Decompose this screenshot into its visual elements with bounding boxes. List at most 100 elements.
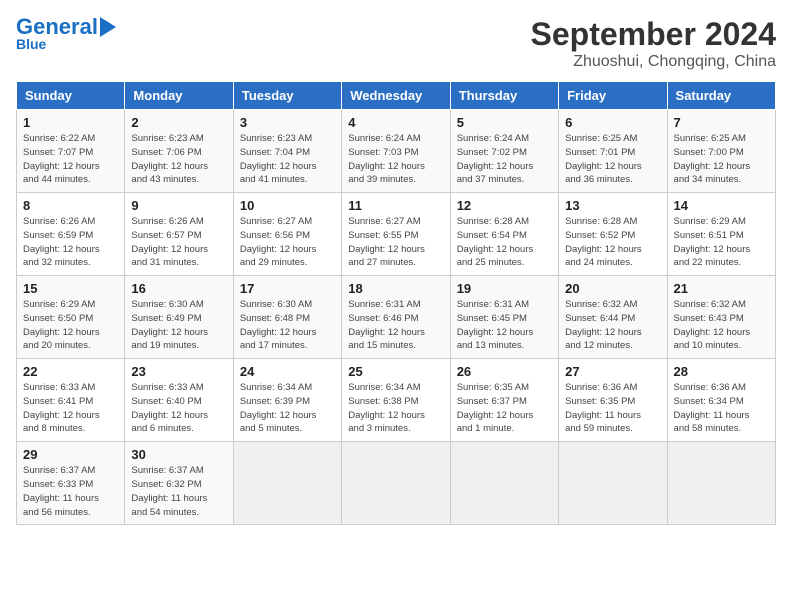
- day-info: Sunrise: 6:31 AM Sunset: 6:46 PM Dayligh…: [348, 298, 443, 353]
- day-number: 13: [565, 198, 660, 213]
- calendar-day-cell: 15 Sunrise: 6:29 AM Sunset: 6:50 PM Dayli…: [17, 276, 125, 359]
- calendar-week-row: 8 Sunrise: 6:26 AM Sunset: 6:59 PM Daylig…: [17, 193, 776, 276]
- calendar-day-cell: 19Sunrise: 6:31 AM Sunset: 6:45 PM Dayli…: [450, 276, 558, 359]
- day-number: 16: [131, 281, 226, 296]
- day-number: 18: [348, 281, 443, 296]
- day-info: Sunrise: 6:36 AM Sunset: 6:34 PM Dayligh…: [674, 381, 769, 436]
- day-info: Sunrise: 6:24 AM Sunset: 7:03 PM Dayligh…: [348, 132, 443, 187]
- logo: General Blue: [16, 16, 116, 52]
- day-number: 10: [240, 198, 335, 213]
- day-info: Sunrise: 6:24 AM Sunset: 7:02 PM Dayligh…: [457, 132, 552, 187]
- day-info: Sunrise: 6:37 AM Sunset: 6:32 PM Dayligh…: [131, 464, 226, 519]
- calendar-day-cell: 9 Sunrise: 6:26 AM Sunset: 6:57 PM Daylig…: [125, 193, 233, 276]
- page-header: General Blue September 2024 Zhuoshui, Ch…: [16, 16, 776, 71]
- logo-line2: Blue: [16, 36, 46, 52]
- calendar-day-cell: 14Sunrise: 6:29 AM Sunset: 6:51 PM Dayli…: [667, 193, 775, 276]
- day-info: Sunrise: 6:29 AM Sunset: 6:50 PM Dayligh…: [23, 298, 118, 353]
- weekday-header-friday: Friday: [559, 82, 667, 110]
- calendar-title: September 2024: [531, 16, 776, 53]
- calendar-week-row: 15 Sunrise: 6:29 AM Sunset: 6:50 PM Dayli…: [17, 276, 776, 359]
- calendar-day-cell: 6 Sunrise: 6:25 AM Sunset: 7:01 PM Daylig…: [559, 110, 667, 193]
- day-info: Sunrise: 6:33 AM Sunset: 6:40 PM Dayligh…: [131, 381, 226, 436]
- title-block: September 2024 Zhuoshui, Chongqing, Chin…: [531, 16, 776, 71]
- calendar-day-cell: 27 Sunrise: 6:36 AM Sunset: 6:35 PM Dayli…: [559, 359, 667, 442]
- day-number: 4: [348, 115, 443, 130]
- calendar-day-cell: 30 Sunrise: 6:37 AM Sunset: 6:32 PM Dayli…: [125, 442, 233, 525]
- day-number: 15: [23, 281, 118, 296]
- day-number: 20: [565, 281, 660, 296]
- day-number: 27: [565, 364, 660, 379]
- calendar-day-cell: 21 Sunrise: 6:32 AM Sunset: 6:43 PM Dayli…: [667, 276, 775, 359]
- day-number: 26: [457, 364, 552, 379]
- day-info: Sunrise: 6:27 AM Sunset: 6:56 PM Dayligh…: [240, 215, 335, 270]
- day-info: Sunrise: 6:26 AM Sunset: 6:57 PM Dayligh…: [131, 215, 226, 270]
- calendar-header-row: SundayMondayTuesdayWednesdayThursdayFrid…: [17, 82, 776, 110]
- day-number: 1: [23, 115, 118, 130]
- calendar-day-cell: 25 Sunrise: 6:34 AM Sunset: 6:38 PM Dayli…: [342, 359, 450, 442]
- day-number: 6: [565, 115, 660, 130]
- day-number: 30: [131, 447, 226, 462]
- calendar-day-cell: 10 Sunrise: 6:27 AM Sunset: 6:56 PM Dayli…: [233, 193, 341, 276]
- calendar-day-cell: 29Sunrise: 6:37 AM Sunset: 6:33 PM Dayli…: [17, 442, 125, 525]
- day-info: Sunrise: 6:30 AM Sunset: 6:48 PM Dayligh…: [240, 298, 335, 353]
- day-number: 5: [457, 115, 552, 130]
- weekday-header-thursday: Thursday: [450, 82, 558, 110]
- calendar-day-cell: 5 Sunrise: 6:24 AM Sunset: 7:02 PM Daylig…: [450, 110, 558, 193]
- calendar-day-cell: 4 Sunrise: 6:24 AM Sunset: 7:03 PM Daylig…: [342, 110, 450, 193]
- calendar-empty-cell: [342, 442, 450, 525]
- day-number: 2: [131, 115, 226, 130]
- day-info: Sunrise: 6:26 AM Sunset: 6:59 PM Dayligh…: [23, 215, 118, 270]
- calendar-empty-cell: [233, 442, 341, 525]
- day-info: Sunrise: 6:32 AM Sunset: 6:44 PM Dayligh…: [565, 298, 660, 353]
- day-number: 23: [131, 364, 226, 379]
- calendar-day-cell: 8 Sunrise: 6:26 AM Sunset: 6:59 PM Daylig…: [17, 193, 125, 276]
- day-info: Sunrise: 6:34 AM Sunset: 6:38 PM Dayligh…: [348, 381, 443, 436]
- day-number: 12: [457, 198, 552, 213]
- calendar-day-cell: 20 Sunrise: 6:32 AM Sunset: 6:44 PM Dayli…: [559, 276, 667, 359]
- calendar-day-cell: 1 Sunrise: 6:22 AM Sunset: 7:07 PM Daylig…: [17, 110, 125, 193]
- day-info: Sunrise: 6:35 AM Sunset: 6:37 PM Dayligh…: [457, 381, 552, 436]
- calendar-day-cell: 13 Sunrise: 6:28 AM Sunset: 6:52 PM Dayli…: [559, 193, 667, 276]
- day-info: Sunrise: 6:36 AM Sunset: 6:35 PM Dayligh…: [565, 381, 660, 436]
- calendar-empty-cell: [559, 442, 667, 525]
- day-number: 17: [240, 281, 335, 296]
- day-info: Sunrise: 6:25 AM Sunset: 7:01 PM Dayligh…: [565, 132, 660, 187]
- day-number: 29: [23, 447, 118, 462]
- calendar-empty-cell: [667, 442, 775, 525]
- day-info: Sunrise: 6:23 AM Sunset: 7:04 PM Dayligh…: [240, 132, 335, 187]
- day-number: 25: [348, 364, 443, 379]
- day-number: 3: [240, 115, 335, 130]
- day-info: Sunrise: 6:32 AM Sunset: 6:43 PM Dayligh…: [674, 298, 769, 353]
- calendar-subtitle: Zhuoshui, Chongqing, China: [531, 53, 776, 71]
- calendar-day-cell: 11 Sunrise: 6:27 AM Sunset: 6:55 PM Dayli…: [342, 193, 450, 276]
- day-number: 21: [674, 281, 769, 296]
- calendar-day-cell: 23 Sunrise: 6:33 AM Sunset: 6:40 PM Dayli…: [125, 359, 233, 442]
- calendar-week-row: 1 Sunrise: 6:22 AM Sunset: 7:07 PM Daylig…: [17, 110, 776, 193]
- logo-text: General: [16, 16, 98, 38]
- day-info: Sunrise: 6:25 AM Sunset: 7:00 PM Dayligh…: [674, 132, 769, 187]
- calendar-day-cell: 16Sunrise: 6:30 AM Sunset: 6:49 PM Dayli…: [125, 276, 233, 359]
- day-number: 9: [131, 198, 226, 213]
- day-info: Sunrise: 6:31 AM Sunset: 6:45 PM Dayligh…: [457, 298, 552, 353]
- calendar-week-row: 22Sunrise: 6:33 AM Sunset: 6:41 PM Dayli…: [17, 359, 776, 442]
- calendar-day-cell: 22Sunrise: 6:33 AM Sunset: 6:41 PM Dayli…: [17, 359, 125, 442]
- day-number: 11: [348, 198, 443, 213]
- day-info: Sunrise: 6:33 AM Sunset: 6:41 PM Dayligh…: [23, 381, 118, 436]
- day-info: Sunrise: 6:22 AM Sunset: 7:07 PM Dayligh…: [23, 132, 118, 187]
- day-info: Sunrise: 6:23 AM Sunset: 7:06 PM Dayligh…: [131, 132, 226, 187]
- calendar-week-row: 29Sunrise: 6:37 AM Sunset: 6:33 PM Dayli…: [17, 442, 776, 525]
- day-number: 8: [23, 198, 118, 213]
- logo-arrow-icon: [100, 17, 116, 37]
- day-info: Sunrise: 6:28 AM Sunset: 6:52 PM Dayligh…: [565, 215, 660, 270]
- day-info: Sunrise: 6:34 AM Sunset: 6:39 PM Dayligh…: [240, 381, 335, 436]
- day-number: 14: [674, 198, 769, 213]
- calendar-day-cell: 7 Sunrise: 6:25 AM Sunset: 7:00 PM Daylig…: [667, 110, 775, 193]
- calendar-day-cell: 24Sunrise: 6:34 AM Sunset: 6:39 PM Dayli…: [233, 359, 341, 442]
- weekday-header-wednesday: Wednesday: [342, 82, 450, 110]
- weekday-header-monday: Monday: [125, 82, 233, 110]
- day-number: 7: [674, 115, 769, 130]
- day-info: Sunrise: 6:27 AM Sunset: 6:55 PM Dayligh…: [348, 215, 443, 270]
- calendar-day-cell: 18 Sunrise: 6:31 AM Sunset: 6:46 PM Dayli…: [342, 276, 450, 359]
- calendar-day-cell: 28Sunrise: 6:36 AM Sunset: 6:34 PM Dayli…: [667, 359, 775, 442]
- weekday-header-tuesday: Tuesday: [233, 82, 341, 110]
